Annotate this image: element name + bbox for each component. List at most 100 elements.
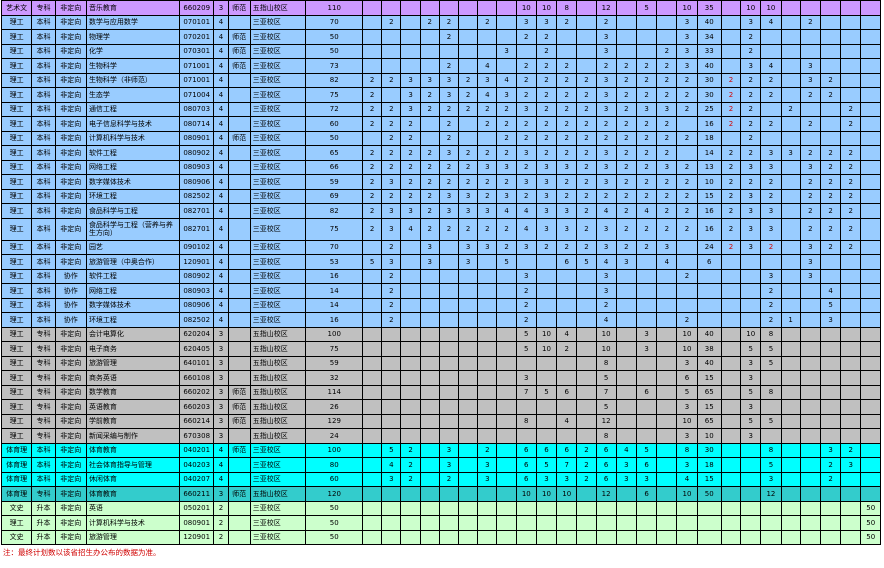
- province-quota-cell: 2: [381, 116, 402, 132]
- type-cell: 非定向: [54, 101, 87, 117]
- province-quota-cell: 2: [458, 87, 479, 103]
- major-cell: 数学与应用数学: [85, 14, 180, 30]
- province-quota-cell: [720, 29, 742, 45]
- province-quota-cell: 2: [535, 87, 558, 103]
- province-quota-cell: [576, 413, 597, 429]
- province-quota-cell: 3: [740, 14, 762, 30]
- province-quota-cell: 2: [840, 101, 862, 117]
- province-quota-cell: [676, 500, 698, 516]
- province-quota-cell: 2: [438, 174, 460, 190]
- total-cell: 66: [305, 159, 364, 175]
- level-cell: 本科: [31, 130, 56, 146]
- province-quota-cell: [819, 355, 842, 371]
- province-quota-cell: [615, 326, 637, 342]
- province-quota-cell: 3: [595, 174, 617, 190]
- province-quota-cell: 2: [720, 217, 742, 241]
- province-quota-cell: 10: [696, 174, 722, 190]
- province-quota-cell: [656, 370, 678, 386]
- code-cell: 080714: [178, 116, 215, 132]
- province-quota-cell: [720, 500, 742, 516]
- province-quota-cell: 2: [576, 101, 597, 117]
- province-quota-cell: [860, 159, 881, 175]
- table-row: 体育理 本科 非定向 休闲体育 040207 4 三亚校区 60 3 2 2 3 6 3 3 2 6 3 3 4 15 3…: [0, 471, 881, 487]
- province-quota-cell: [860, 471, 881, 487]
- type-cell: 非定向: [54, 174, 87, 190]
- province-quota-cell: 2: [400, 159, 421, 175]
- province-quota-cell: [780, 355, 801, 371]
- province-quota-cell: [656, 29, 678, 45]
- province-quota-cell: 5: [760, 355, 782, 371]
- province-quota-cell: [840, 529, 862, 545]
- province-quota-cell: 2: [556, 58, 578, 74]
- province-quota-cell: [362, 515, 383, 531]
- category-cell: 理工: [0, 58, 33, 74]
- province-quota-cell: 2: [515, 72, 537, 88]
- province-quota-cell: 2: [656, 43, 678, 59]
- province-quota-cell: [676, 297, 698, 313]
- province-quota-cell: [635, 283, 658, 299]
- province-quota-cell: [860, 457, 881, 473]
- major-cell: 软件工程: [85, 268, 180, 284]
- province-quota-cell: 3: [477, 457, 498, 473]
- province-quota-cell: 2: [720, 87, 742, 103]
- level-cell: 本科: [31, 159, 56, 175]
- province-quota-cell: 2: [477, 174, 498, 190]
- province-quota-cell: 2: [760, 312, 782, 328]
- province-quota-cell: 2: [438, 101, 460, 117]
- province-quota-cell: [419, 355, 440, 371]
- province-quota-cell: [720, 297, 742, 313]
- code-cell: 120901: [178, 529, 215, 545]
- province-quota-cell: [381, 370, 402, 386]
- province-quota-cell: [696, 283, 722, 299]
- province-quota-cell: 4: [556, 326, 578, 342]
- province-quota-cell: [381, 486, 402, 502]
- table-row: 体育理 本科 非定向 社会体育指导与管理 040203 4 三亚校区 80 4 2 3 3 6 5 7 2 6 3…: [0, 457, 881, 473]
- province-quota-cell: 3: [400, 203, 421, 219]
- province-quota-cell: 2: [381, 268, 402, 284]
- province-quota-cell: 2: [760, 174, 782, 190]
- province-quota-cell: 2: [840, 145, 862, 161]
- code-cell: 040207: [178, 471, 215, 487]
- province-quota-cell: [400, 14, 421, 30]
- province-quota-cell: [362, 43, 383, 59]
- province-quota-cell: [400, 529, 421, 545]
- province-quota-cell: 65: [696, 384, 722, 400]
- normal-tag-cell: [227, 312, 251, 328]
- province-quota-cell: [760, 529, 782, 545]
- province-quota-cell: 2: [556, 116, 578, 132]
- province-quota-cell: [720, 283, 742, 299]
- province-quota-cell: [381, 58, 402, 74]
- major-cell: 网络工程: [85, 159, 180, 175]
- province-quota-cell: 2: [419, 203, 440, 219]
- province-quota-cell: 2: [496, 239, 517, 255]
- province-quota-cell: 7: [556, 457, 578, 473]
- province-quota-cell: [799, 326, 821, 342]
- province-quota-cell: 3: [595, 283, 617, 299]
- campus-cell: 三亚校区: [249, 188, 307, 204]
- province-quota-cell: [780, 486, 801, 502]
- province-quota-cell: [615, 14, 637, 30]
- province-quota-cell: [819, 268, 842, 284]
- years-cell: 2: [213, 515, 229, 531]
- province-quota-cell: [780, 515, 801, 531]
- years-cell: 4: [213, 116, 229, 132]
- years-cell: 4: [213, 471, 229, 487]
- type-cell: 非定向: [54, 399, 87, 415]
- province-quota-cell: [381, 87, 402, 103]
- province-quota-cell: [381, 529, 402, 545]
- province-quota-cell: 2: [419, 87, 440, 103]
- normal-tag-cell: [227, 297, 251, 313]
- province-quota-cell: [840, 471, 862, 487]
- province-quota-cell: [458, 341, 479, 357]
- province-quota-cell: [676, 145, 698, 161]
- province-quota-cell: 2: [400, 442, 421, 458]
- province-quota-cell: [381, 399, 402, 415]
- province-quota-cell: [458, 130, 479, 146]
- category-cell: 理工: [0, 101, 33, 117]
- province-quota-cell: 2: [656, 203, 678, 219]
- province-quota-cell: [860, 341, 881, 357]
- years-cell: 4: [213, 14, 229, 30]
- province-quota-cell: [860, 29, 881, 45]
- level-cell: 本科: [31, 43, 56, 59]
- category-cell: 理工: [0, 203, 33, 219]
